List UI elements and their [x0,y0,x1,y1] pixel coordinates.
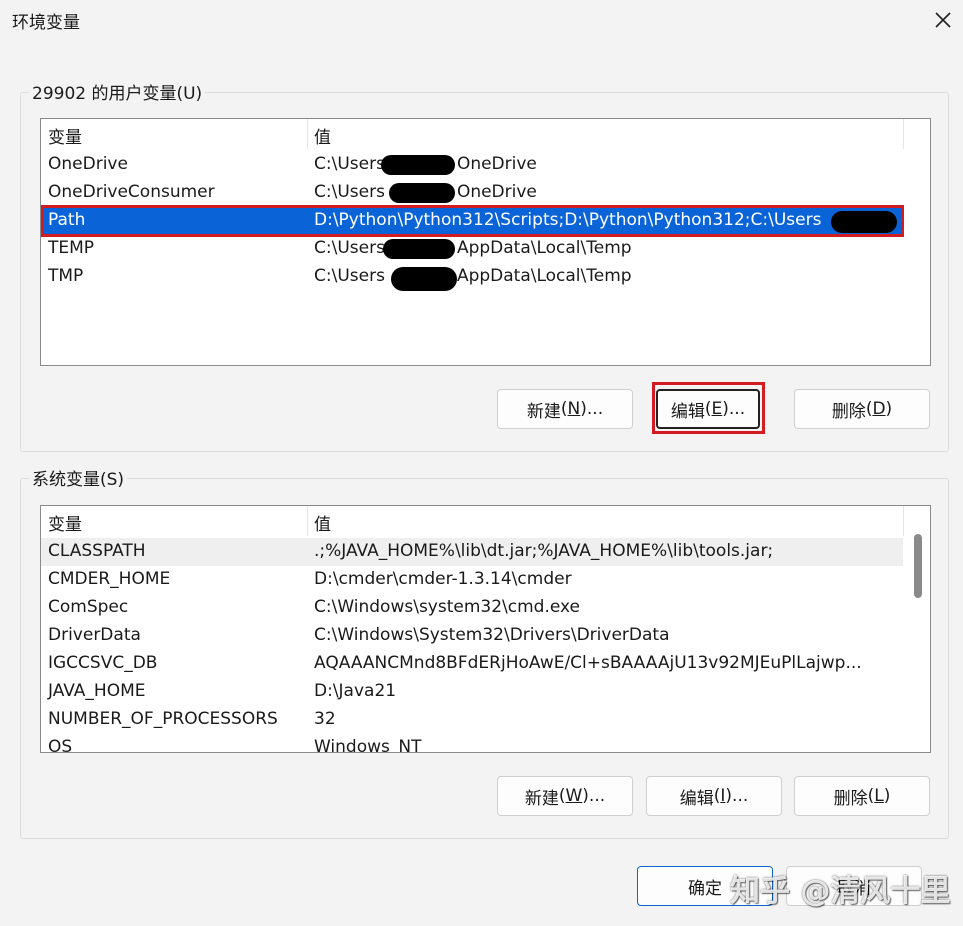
user-var-row[interactable]: TEMP C:\Users AppData\Local\Temp [41,235,903,263]
redaction-mark [381,155,455,175]
user-new-button[interactable]: 新建(N)... [497,389,633,429]
system-var-row[interactable]: IGCCSVC_DB AQAAANCMnd8BFdERjHoAwE/Cl+sBA… [41,650,903,678]
close-button[interactable] [926,4,960,36]
list-header: 变量 值 [41,119,930,149]
var-value: D:\Java21 [314,681,397,701]
user-edit-button[interactable]: 编辑(E)... [656,389,760,429]
var-value: 32 [314,709,336,729]
var-value: AQAAANCMnd8BFdERjHoAwE/Cl+sBAAAAjU13v92M… [314,653,862,673]
system-delete-button[interactable]: 删除(L) [794,776,930,816]
var-name: TMP [48,266,84,286]
system-var-row[interactable]: NUMBER_OF_PROCESSORS 32 [41,706,903,734]
var-name: DriverData [48,625,141,645]
var-value: C:\Windows\system32\cmd.exe [314,597,581,617]
user-var-row-selected[interactable]: Path D:\Python\Python312\Scripts;D:\Pyth… [41,207,903,235]
column-header-variable[interactable]: 变量 [48,510,82,535]
system-var-row[interactable]: DriverData C:\Windows\System32\Drivers\D… [41,622,903,650]
var-name: OS [48,737,73,753]
system-var-row[interactable]: JAVA_HOME D:\Java21 [41,678,903,706]
system-var-row[interactable]: CMDER_HOME D:\cmder\cmder-1.3.14\cmder [41,566,903,594]
var-value: C:\Users AppData\Local\Temp [314,266,632,286]
var-value: C:\Windows\System32\Drivers\DriverData [314,625,670,645]
close-icon [935,12,951,28]
user-variables-list[interactable]: 变量 值 OneDrive C:\Users OneDrive OneDriveC… [40,118,931,366]
system-variables-label: 系统变量(S) [29,465,128,490]
var-name: OneDrive [48,154,128,174]
column-header-value[interactable]: 值 [314,123,331,148]
system-edit-button[interactable]: 编辑(I)... [646,776,782,816]
var-value: D:\cmder\cmder-1.3.14\cmder [314,569,572,589]
var-name: OneDriveConsumer [48,182,215,202]
system-list-scrollbar[interactable] [912,506,922,752]
var-name: JAVA_HOME [48,681,146,701]
system-var-row[interactable]: OS Windows_NT [41,734,903,753]
user-var-row[interactable]: TMP C:\Users AppData\Local\Temp [41,263,903,291]
user-var-row[interactable]: OneDriveConsumer C:\Users OneDrive [41,179,903,207]
column-header-value[interactable]: 值 [314,510,331,535]
var-value: Windows_NT [314,737,422,753]
system-variables-list[interactable]: 变量 值 CLASSPATH .;%JAVA_HOME%\lib\dt.jar;… [40,505,931,753]
redaction-mark [389,183,455,203]
var-name: NUMBER_OF_PROCESSORS [48,709,278,729]
user-delete-button[interactable]: 删除(D) [794,389,930,429]
var-name: Path [48,210,86,230]
watermark: 知乎 @清风十里 [730,874,951,909]
user-var-row[interactable]: OneDrive C:\Users OneDrive [41,151,903,179]
redaction-mark [831,211,897,233]
var-name: CLASSPATH [48,541,146,561]
redaction-mark [391,267,457,291]
system-new-button[interactable]: 新建(W)... [497,776,633,816]
var-name: IGCCSVC_DB [48,653,158,673]
list-header: 变量 值 [41,506,930,536]
var-value: D:\Python\Python312\Scripts;D:\Python\Py… [314,210,822,230]
system-var-row[interactable]: ComSpec C:\Windows\system32\cmd.exe [41,594,903,622]
var-name: CMDER_HOME [48,569,171,589]
var-name: TEMP [48,238,95,258]
user-variables-label: 29902 的用户变量(U) [29,79,206,104]
scrollbar-thumb[interactable] [914,534,922,598]
system-var-row[interactable]: CLASSPATH .;%JAVA_HOME%\lib\dt.jar;%JAVA… [41,538,903,566]
column-header-variable[interactable]: 变量 [48,123,82,148]
redaction-mark [383,239,455,259]
window-title: 环境变量 [12,13,80,33]
var-value: .;%JAVA_HOME%\lib\dt.jar;%JAVA_HOME%\lib… [314,541,774,561]
var-value: C:\Users AppData\Local\Temp [314,238,632,258]
var-name: ComSpec [48,597,129,617]
